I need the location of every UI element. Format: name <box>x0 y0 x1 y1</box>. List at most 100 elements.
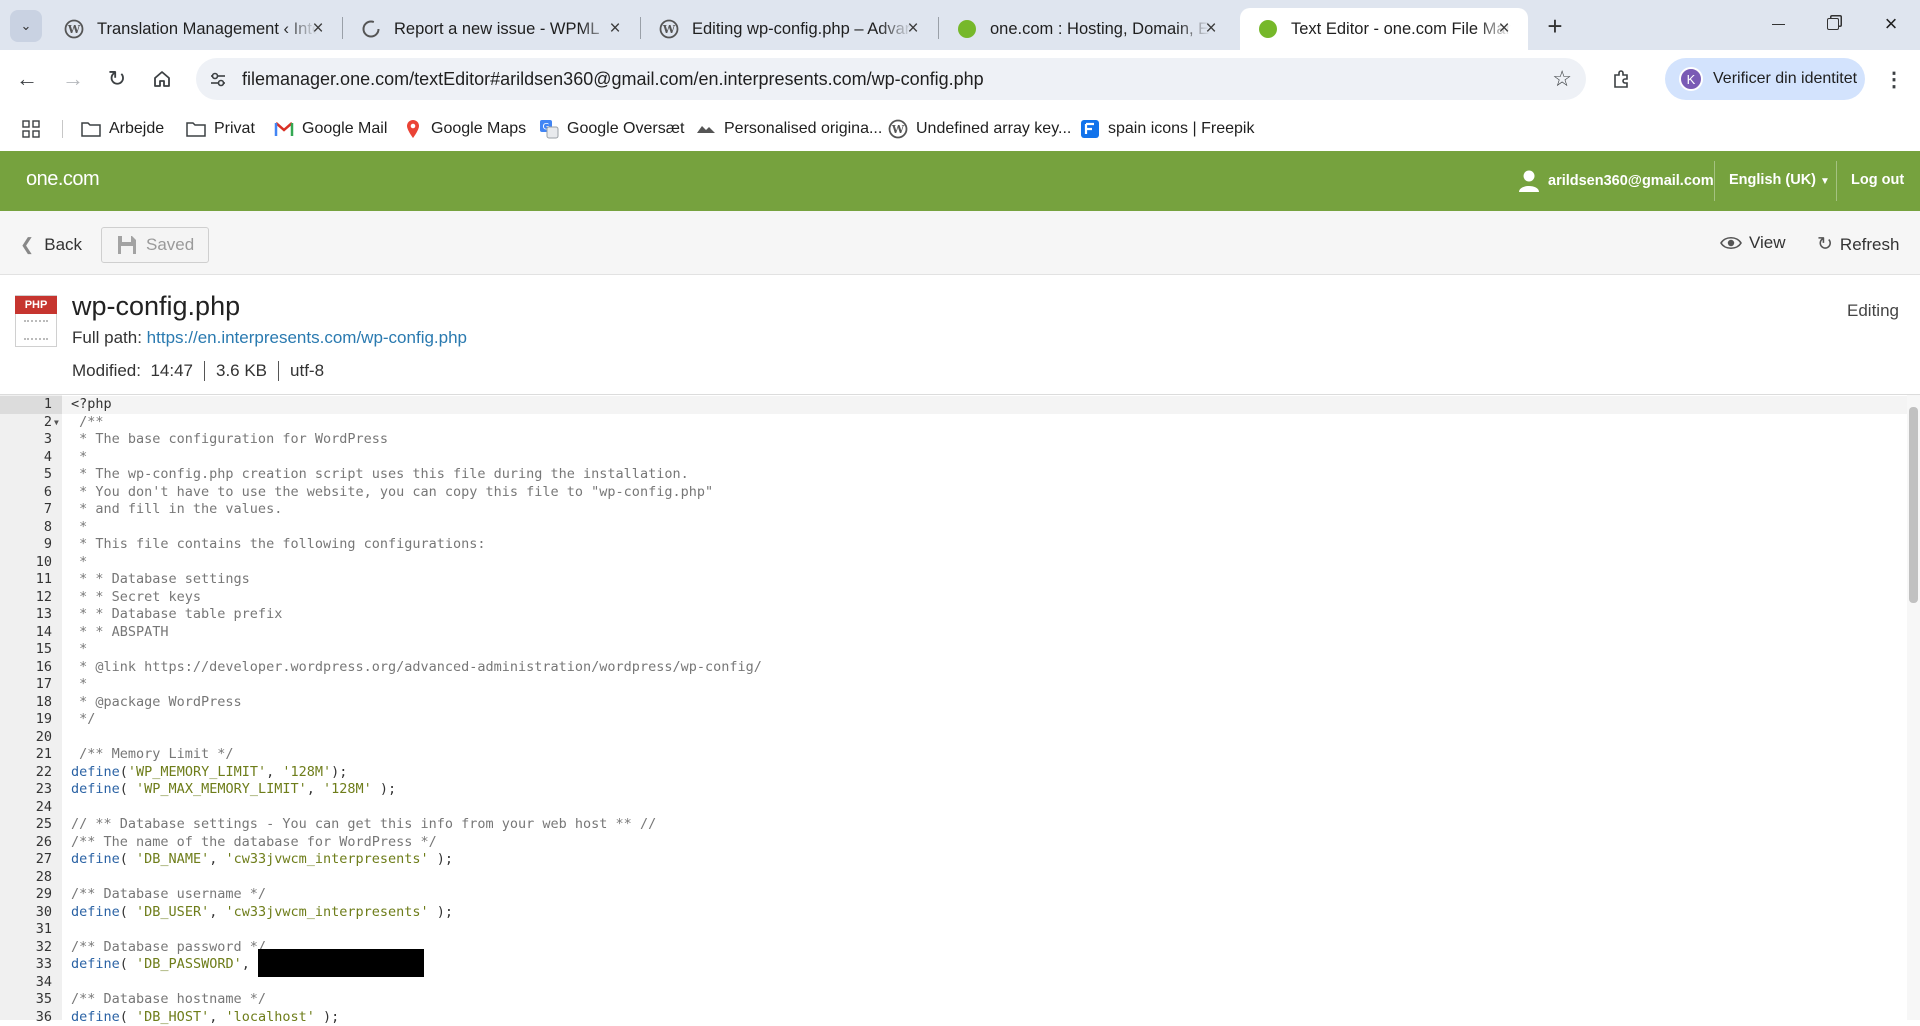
browser-menu-button[interactable]: ⋮ <box>1878 63 1910 95</box>
bookmark-folder-privat[interactable]: Privat <box>186 114 255 144</box>
bookmark-folder-arbejde[interactable]: Arbejde <box>81 114 164 144</box>
tab-search-button[interactable]: ⌄ <box>10 10 42 42</box>
code-line[interactable]: * * Database settings <box>71 571 250 589</box>
browser-tab-strip: ⌄ W Translation Management ‹ Inter × Rep… <box>0 0 1920 50</box>
line-number: 28 <box>0 869 52 887</box>
editor-scrollbar[interactable] <box>1907 395 1920 1020</box>
close-icon[interactable]: × <box>903 19 923 39</box>
view-button[interactable]: View <box>1720 233 1786 253</box>
logout-link[interactable]: Log out <box>1851 172 1904 188</box>
minimize-button[interactable] <box>1755 0 1801 48</box>
bookmark-personalised[interactable]: Personalised origina... <box>696 114 882 144</box>
user-account[interactable]: arildsen360@gmail.com <box>1518 169 1714 193</box>
onecom-logo[interactable]: one.com <box>26 168 99 191</box>
close-icon[interactable]: × <box>1201 19 1221 39</box>
code-line[interactable]: /** Database hostname */ <box>71 991 266 1009</box>
forward-nav-button[interactable]: → <box>57 63 89 95</box>
code-line[interactable]: /** <box>71 414 104 432</box>
site-settings-icon[interactable] <box>208 69 228 89</box>
language-dropdown[interactable]: English (UK) ▼ <box>1729 172 1830 188</box>
fold-toggle-icon[interactable]: ▼ <box>54 418 59 427</box>
code-line[interactable]: define( 'WP_MAX_MEMORY_LIMIT', '128M' ); <box>71 781 396 799</box>
back-nav-button[interactable]: ← <box>11 63 43 95</box>
browser-tab-text-editor[interactable]: Text Editor - one.com File Mana × <box>1240 8 1528 50</box>
address-bar[interactable]: filemanager.one.com/textEditor#arildsen3… <box>196 58 1586 100</box>
save-button[interactable]: Saved <box>101 227 209 263</box>
code-line[interactable]: define( 'DB_USER', 'cw33jvwcm_interprese… <box>71 904 453 922</box>
code-line[interactable]: // ** Database settings - You can get th… <box>71 816 656 834</box>
browser-tab-translation-management[interactable]: W Translation Management ‹ Inter × <box>46 8 342 50</box>
restore-button[interactable] <box>1810 0 1856 48</box>
code-line[interactable]: /** Database password */ <box>71 939 266 957</box>
refresh-icon: ↻ <box>1817 233 1833 256</box>
code-line[interactable]: * @package WordPress <box>71 694 242 712</box>
code-line[interactable]: /** The name of the database for WordPre… <box>71 834 437 852</box>
code-line[interactable]: /** Memory Limit */ <box>71 746 234 764</box>
code-line[interactable]: */ <box>71 711 95 729</box>
code-line[interactable]: * <box>71 554 87 572</box>
bookmark-google-translate[interactable]: G Google Oversæt <box>539 114 684 144</box>
line-number: 2 <box>0 414 52 432</box>
line-number: 11 <box>0 571 52 589</box>
code-line[interactable]: /** Database username */ <box>71 886 266 904</box>
header-divider <box>1836 161 1837 201</box>
code-line[interactable]: * <box>71 449 87 467</box>
code-line[interactable]: define( 'DB_HOST', 'localhost' ); <box>71 1009 339 1026</box>
close-icon[interactable]: × <box>605 19 625 39</box>
code-line[interactable]: <?php <box>62 396 1907 414</box>
saved-label: Saved <box>146 235 194 255</box>
modified-label: Modified: <box>72 361 141 381</box>
meta-divider <box>204 361 205 381</box>
code-line[interactable]: * * ABSPATH <box>71 624 169 642</box>
close-icon[interactable]: × <box>308 19 328 39</box>
full-path-link[interactable]: https://en.interpresents.com/wp-config.p… <box>147 328 467 347</box>
code-editor[interactable]: 12▼3456789101112131415161718192021222324… <box>0 395 1920 1020</box>
code-line[interactable]: * <box>71 519 87 537</box>
scrollbar-thumb[interactable] <box>1909 407 1918 603</box>
bookmark-spain-icons[interactable]: spain icons | Freepik <box>1080 114 1254 144</box>
code-line[interactable]: * * Secret keys <box>71 589 201 607</box>
line-number: 12 <box>0 589 52 607</box>
bookmark-undefined-array-key[interactable]: W Undefined array key... <box>888 114 1071 144</box>
file-name: wp-config.php <box>72 291 240 322</box>
caret-down-icon: ▼ <box>1820 176 1830 187</box>
line-number: 10 <box>0 554 52 572</box>
code-line[interactable]: * * Database table prefix <box>71 606 282 624</box>
code-line[interactable]: define('WP_MEMORY_LIMIT', '128M'); <box>71 764 347 782</box>
home-button[interactable] <box>146 63 178 95</box>
code-line[interactable]: define( 'DB_NAME', 'cw33jvwcm_interprese… <box>71 851 453 869</box>
back-button[interactable]: ❮ Back <box>20 235 82 255</box>
browser-tab-editing-wp-config[interactable]: W Editing wp-config.php – Advanc × <box>641 8 937 50</box>
code-line[interactable]: * This file contains the following confi… <box>71 536 486 554</box>
bookmark-google-maps[interactable]: Google Maps <box>403 114 526 144</box>
code-line[interactable]: * You don't have to use the website, you… <box>71 484 713 502</box>
code-line[interactable]: * @link https://developer.wordpress.org/… <box>71 659 762 677</box>
line-number: 3 <box>0 431 52 449</box>
code-line[interactable]: * The base configuration for WordPress <box>71 431 388 449</box>
code-line[interactable]: * The wp-config.php creation script uses… <box>71 466 689 484</box>
bookmark-google-mail[interactable]: Google Mail <box>274 114 387 144</box>
new-tab-button[interactable]: + <box>1540 12 1570 42</box>
code-line[interactable]: * and fill in the values. <box>71 501 282 519</box>
code-line[interactable]: * <box>71 676 87 694</box>
minimize-icon <box>1772 24 1785 25</box>
bookmark-label: Google Mail <box>302 120 387 138</box>
line-number: 13 <box>0 606 52 624</box>
reload-button[interactable]: ↻ <box>101 63 133 95</box>
wordpress-icon: W <box>659 19 679 39</box>
apps-button[interactable] <box>21 114 49 144</box>
extensions-button[interactable] <box>1605 63 1637 95</box>
code-line[interactable]: * <box>71 641 87 659</box>
code-line[interactable]: define( 'DB_PASSWORD', <box>71 956 258 974</box>
line-number: 18 <box>0 694 52 712</box>
browser-tab-wpml-issue[interactable]: Report a new issue - WPML × <box>343 8 639 50</box>
close-icon[interactable]: × <box>1494 19 1514 39</box>
bookmark-star-icon[interactable]: ☆ <box>1552 66 1572 92</box>
php-file-icon: PHP <box>15 295 57 347</box>
profile-verify-button[interactable]: K Verificer din identitet <box>1665 58 1865 100</box>
file-info-panel: PHP wp-config.php Full path: https://en.… <box>0 275 1920 395</box>
browser-tab-onecom-hosting[interactable]: one.com : Hosting, Domain, Em × <box>939 8 1235 50</box>
refresh-button[interactable]: ↻ Refresh <box>1817 233 1899 256</box>
url-text[interactable]: filemanager.one.com/textEditor#arildsen3… <box>242 69 984 90</box>
close-window-button[interactable]: × <box>1868 0 1914 48</box>
